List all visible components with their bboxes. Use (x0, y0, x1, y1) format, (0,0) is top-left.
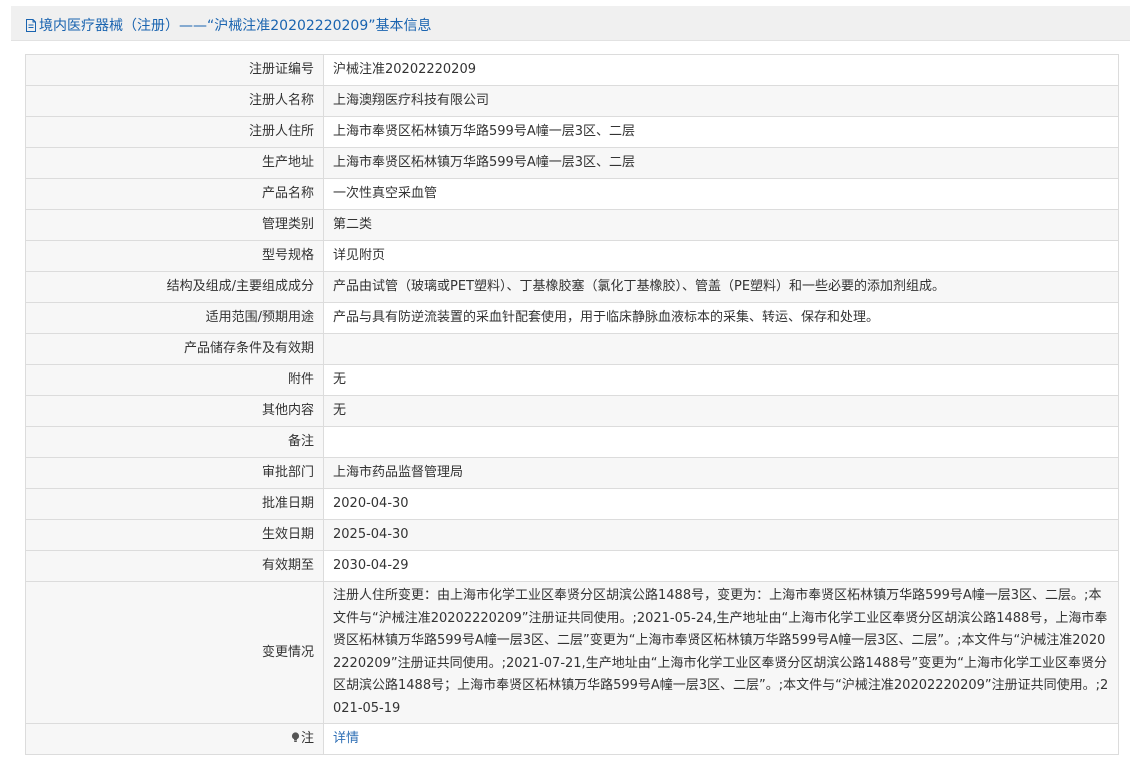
page-header: 境内医疗器械（注册）——“沪械注准20202220209”基本信息 (11, 6, 1130, 41)
field-value-management-class: 第二类 (323, 209, 1119, 241)
field-label-expiry-date: 有效期至 (25, 550, 324, 582)
field-label-storage-validity: 产品储存条件及有效期 (25, 333, 324, 365)
note-row: 注 详情 (25, 723, 1119, 755)
field-value-other-content: 无 (323, 395, 1119, 427)
field-label-registration-no: 注册证编号 (25, 54, 324, 86)
table-row: 注册人住所 上海市奉贤区柘林镇万华路599号A幢一层3区、二层 (25, 116, 1119, 148)
table-row: 适用范围/预期用途 产品与具有防逆流装置的采血针配套使用，用于临床静脉血液标本的采… (25, 302, 1119, 334)
field-label-approval-dept: 审批部门 (25, 457, 324, 489)
table-row: 产品名称 一次性真空采血管 (25, 178, 1119, 210)
note-value-cell: 详情 (323, 723, 1119, 755)
field-label-attachment: 附件 (25, 364, 324, 396)
field-value-product-name: 一次性真空采血管 (323, 178, 1119, 210)
field-value-storage-validity (323, 333, 1119, 365)
field-label-registrant-address: 注册人住所 (25, 116, 324, 148)
info-table: 注册证编号 沪械注准20202220209 注册人名称 上海澳翔医疗科技有限公司 注册人… (25, 54, 1119, 755)
field-label-management-class: 管理类别 (25, 209, 324, 241)
field-value-intended-use: 产品与具有防逆流装置的采血针配套使用，用于临床静脉血液标本的采集、转运、保存和处… (323, 302, 1119, 334)
table-row: 生产地址 上海市奉贤区柘林镇万华路599号A幢一层3区、二层 (25, 147, 1119, 179)
field-value-effective-date: 2025-04-30 (323, 519, 1119, 551)
table-row: 管理类别 第二类 (25, 209, 1119, 241)
table-row: 型号规格 详见附页 (25, 240, 1119, 272)
page-title: 境内医疗器械（注册）——“沪械注准20202220209”基本信息 (39, 18, 432, 34)
table-row: 备注 (25, 426, 1119, 458)
table-row: 产品储存条件及有效期 (25, 333, 1119, 365)
table-row: 注册证编号 沪械注准20202220209 (25, 54, 1119, 86)
document-icon (26, 18, 36, 32)
field-value-attachment: 无 (323, 364, 1119, 396)
field-value-registrant-address: 上海市奉贤区柘林镇万华路599号A幢一层3区、二层 (323, 116, 1119, 148)
field-label-production-address: 生产地址 (25, 147, 324, 179)
note-label: 注 (300, 731, 314, 746)
table-row: 审批部门 上海市药品监督管理局 (25, 457, 1119, 489)
field-label-other-content: 其他内容 (25, 395, 324, 427)
field-value-approval-date: 2020-04-30 (323, 488, 1119, 520)
field-label-effective-date: 生效日期 (25, 519, 324, 551)
field-value-structure-composition: 产品由试管（玻璃或PET塑料）、丁基橡胶塞（氯化丁基橡胶）、管盖（PE塑料）和一… (323, 271, 1119, 303)
lightbulb-icon (291, 732, 300, 742)
table-row: 有效期至 2030-04-29 (25, 550, 1119, 582)
table-row: 注册人名称 上海澳翔医疗科技有限公司 (25, 85, 1119, 117)
table-row: 其他内容无 (25, 395, 1119, 427)
table-row: 生效日期 2025-04-30 (25, 519, 1119, 551)
note-label-cell: 注 (25, 723, 324, 755)
field-value-registrant-name: 上海澳翔医疗科技有限公司 (323, 85, 1119, 117)
header-title-wrap: 境内医疗器械（注册）——“沪械注准20202220209”基本信息 (25, 15, 431, 35)
table-row: 结构及组成/主要组成成分 产品由试管（玻璃或PET塑料）、丁基橡胶塞（氯化丁基橡胶… (25, 271, 1119, 303)
field-label-structure-composition: 结构及组成/主要组成成分 (25, 271, 324, 303)
field-label-registrant-name: 注册人名称 (25, 85, 324, 117)
field-value-expiry-date: 2030-04-29 (323, 550, 1119, 582)
field-label-model-spec: 型号规格 (25, 240, 324, 272)
field-label-approval-date: 批准日期 (25, 488, 324, 520)
details-link[interactable]: 详情 (333, 731, 359, 746)
field-label-intended-use: 适用范围/预期用途 (25, 302, 324, 334)
field-value-production-address: 上海市奉贤区柘林镇万华路599号A幢一层3区、二层 (323, 147, 1119, 179)
field-value-approval-dept: 上海市药品监督管理局 (323, 457, 1119, 489)
field-value-remarks (323, 426, 1119, 458)
info-table-wrap: 注册证编号 沪械注准20202220209 注册人名称 上海澳翔医疗科技有限公司 注册人… (25, 54, 1119, 755)
field-value-registration-no: 沪械注准20202220209 (323, 54, 1119, 86)
table-row: 附件无 (25, 364, 1119, 396)
table-row: 批准日期 2020-04-30 (25, 488, 1119, 520)
table-row: 变更情况 注册人住所变更：由上海市化学工业区奉贤分区胡滨公路1488号，变更为：上… (25, 581, 1119, 724)
field-value-model-spec: 详见附页 (323, 240, 1119, 272)
field-label-change-history: 变更情况 (25, 581, 324, 724)
field-label-remarks: 备注 (25, 426, 324, 458)
field-value-change-history: 注册人住所变更：由上海市化学工业区奉贤分区胡滨公路1488号，变更为：上海市奉贤… (323, 581, 1119, 724)
field-label-product-name: 产品名称 (25, 178, 324, 210)
